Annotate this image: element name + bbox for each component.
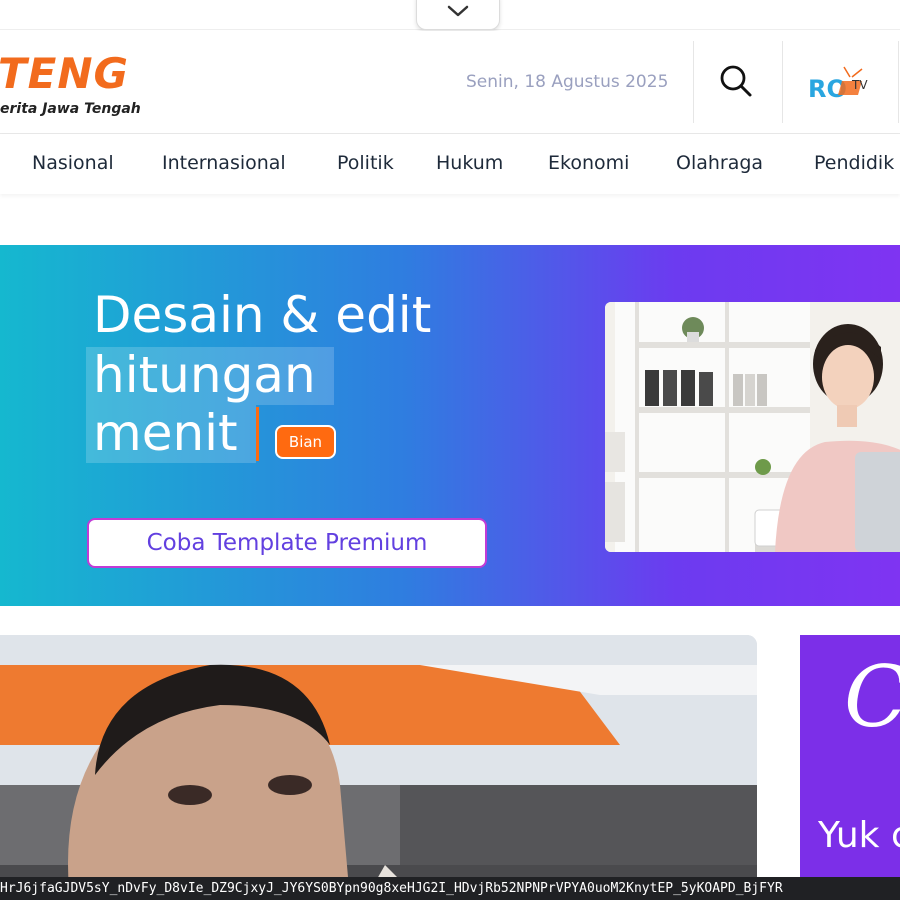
header-divider: [693, 41, 694, 123]
nav-item-internasional[interactable]: Internasional: [162, 152, 286, 174]
logo-tagline: erita Jawa Tengah: [0, 101, 141, 117]
header-divider: [782, 41, 783, 123]
logo-wordmark: TENG: [0, 49, 129, 98]
headline-photo[interactable]: [0, 635, 757, 900]
ad-banner[interactable]: Desain & edit hitungan menit Bian Coba T…: [0, 245, 900, 606]
current-date: Senin, 18 Agustus 2025: [466, 72, 669, 92]
side-ad-text: Yuk c: [818, 815, 900, 856]
nav-item-politik[interactable]: Politik: [337, 152, 394, 174]
rotv-logo: RO TV: [808, 66, 868, 103]
banner-headline-line2: hitungan: [93, 346, 316, 404]
collaborator-tag: Bian: [275, 425, 336, 459]
rotv-link[interactable]: RO TV: [806, 65, 876, 105]
status-bar-url: HrJ6jfaGJDV5sY_nDvFy_D8vIe_DZ9CjxyJ_JY6Y…: [0, 877, 900, 900]
chevron-down-icon: [447, 3, 469, 22]
nav-item-ekonomi[interactable]: Ekonomi: [548, 152, 629, 174]
nav-item-olahraga[interactable]: Olahraga: [676, 152, 763, 174]
side-ad[interactable]: C Yuk c: [800, 635, 900, 900]
site-header: TENG erita Jawa Tengah Senin, 18 Agustus…: [0, 31, 900, 134]
nav-item-pendidikan[interactable]: Pendidik: [814, 152, 894, 174]
header-divider: [898, 41, 899, 123]
search-icon: [719, 64, 753, 102]
nav-item-nasional[interactable]: Nasional: [32, 152, 114, 174]
main-nav: Nasional Internasional Politik Hukum Eko…: [0, 134, 900, 194]
banner-headline-line3: menit: [93, 404, 238, 462]
nav-item-hukum[interactable]: Hukum: [436, 152, 503, 174]
text-cursor: [256, 407, 259, 461]
collapse-toggle[interactable]: [416, 0, 500, 30]
search-button[interactable]: [712, 59, 760, 107]
cta-button[interactable]: Coba Template Premium: [87, 518, 487, 568]
svg-text:TV: TV: [851, 78, 868, 92]
banner-photo: [605, 302, 900, 552]
banner-headline-line1: Desain & edit: [93, 286, 432, 344]
side-ad-logo: C: [844, 655, 900, 739]
